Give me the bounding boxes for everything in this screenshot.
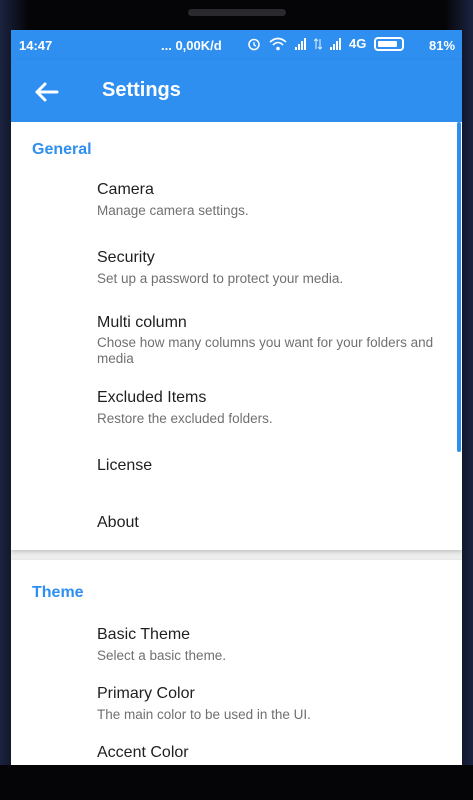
settings-item-accent-color[interactable]: Accent Color	[11, 741, 462, 765]
item-title: Accent Color	[97, 744, 189, 761]
item-title: Basic Theme	[97, 626, 191, 643]
app-bar: Settings	[11, 60, 462, 122]
item-title: Security	[97, 249, 155, 266]
signal-icon-2	[330, 37, 341, 50]
item-subtitle: The main color to be used in the UI.	[97, 707, 311, 722]
item-title: Multi column	[97, 314, 187, 331]
status-bar: 14:47 ... 0,00K/d 4G 81%	[11, 30, 462, 60]
item-title: About	[97, 514, 139, 531]
battery-icon	[374, 36, 405, 51]
settings-item-camera[interactable]: Camera Manage camera settings.	[11, 178, 462, 238]
general-section: General Camera Manage camera settings. S…	[11, 122, 462, 550]
section-title-theme: Theme	[32, 584, 84, 601]
item-subtitle: Chose how many columns you want for your…	[97, 335, 434, 366]
status-icons: 4G	[247, 36, 405, 51]
earpiece	[188, 9, 286, 16]
network-type: 4G	[349, 36, 367, 51]
scrollbar[interactable]	[457, 122, 461, 452]
item-title: Camera	[97, 181, 154, 198]
settings-item-security[interactable]: Security Set up a password to protect yo…	[11, 246, 462, 306]
status-time: 14:47	[19, 38, 53, 53]
item-subtitle: Select a basic theme.	[97, 648, 227, 663]
bottom-bezel	[0, 765, 473, 800]
battery-percent: 81%	[429, 38, 456, 53]
section-title-general: General	[32, 141, 92, 158]
settings-item-basic-theme[interactable]: Basic Theme Select a basic theme.	[11, 623, 462, 678]
screen: 14:47 ... 0,00K/d 4G 81% Settings Genera…	[11, 30, 462, 765]
signal-icon	[295, 37, 306, 50]
page-title: Settings	[102, 79, 181, 101]
status-net-speed: ... 0,00K/d	[161, 38, 222, 53]
alarm-icon	[248, 38, 260, 50]
settings-item-about[interactable]: About	[11, 511, 462, 551]
item-title: License	[97, 457, 153, 474]
item-title: Primary Color	[97, 685, 195, 702]
item-subtitle: Manage camera settings.	[97, 203, 249, 218]
item-subtitle: Restore the excluded folders.	[97, 411, 273, 426]
phone-frame: 14:47 ... 0,00K/d 4G 81% Settings Genera…	[0, 0, 473, 800]
settings-item-multi-column[interactable]: Multi column Chose how many columns you …	[11, 311, 462, 376]
item-title: Excluded Items	[97, 389, 207, 406]
arrow-left-icon[interactable]	[31, 76, 63, 108]
data-icon	[314, 37, 322, 50]
theme-section: Theme Basic Theme Select a basic theme. …	[11, 560, 462, 765]
wifi-icon	[269, 37, 287, 50]
settings-item-excluded-items[interactable]: Excluded Items Restore the excluded fold…	[11, 386, 462, 446]
settings-item-primary-color[interactable]: Primary Color The main color to be used …	[11, 682, 462, 737]
settings-item-license[interactable]: License	[11, 454, 462, 504]
item-subtitle: Set up a password to protect your media.	[97, 271, 344, 286]
